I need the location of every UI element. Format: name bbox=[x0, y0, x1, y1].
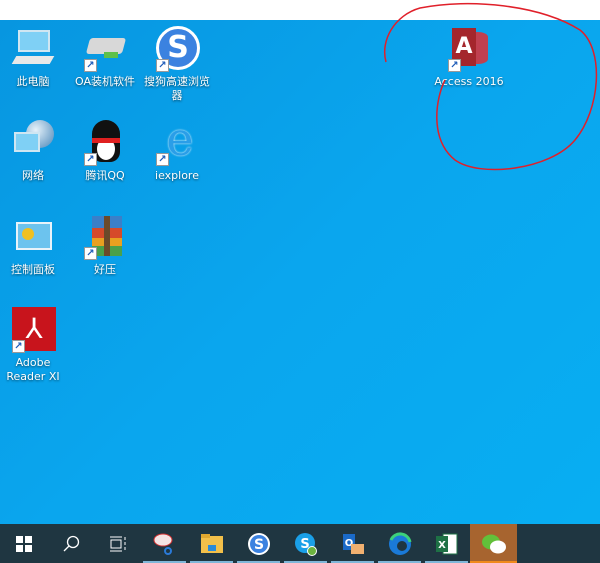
skype-icon: S bbox=[294, 532, 317, 556]
qq-icon: ↗ bbox=[82, 120, 128, 166]
shortcut-arrow-icon: ↗ bbox=[156, 59, 169, 72]
taskbar: S S O X bbox=[0, 524, 600, 563]
edge-icon bbox=[388, 531, 411, 555]
control-panel-icon bbox=[10, 214, 56, 260]
shortcut-arrow-icon: ↗ bbox=[84, 247, 97, 260]
start-button[interactable] bbox=[0, 524, 47, 563]
haozip-icon: ↗ bbox=[82, 214, 128, 260]
taskbar-file-explorer[interactable] bbox=[188, 524, 235, 563]
icon-label: 搜狗高速浏览器 bbox=[144, 75, 210, 102]
shortcut-arrow-icon: ↗ bbox=[84, 59, 97, 72]
excel-icon: X bbox=[435, 533, 457, 554]
sogou-browser-icon: S ↗ bbox=[154, 26, 200, 72]
windows-icon bbox=[15, 535, 32, 552]
search-icon bbox=[63, 535, 79, 551]
desktop-icon-iexplore[interactable]: e ↗ iexplore bbox=[141, 116, 213, 183]
desktop-icon-sogou-browser[interactable]: S ↗ 搜狗高速浏览器 bbox=[141, 26, 213, 103]
desktop-icon-haozip[interactable]: ↗ 好压 bbox=[69, 214, 141, 277]
computer-icon bbox=[10, 26, 56, 72]
icon-label: 腾讯QQ bbox=[85, 169, 125, 182]
outlook-icon: O bbox=[342, 533, 364, 554]
taskbar-snipping-tool[interactable] bbox=[141, 524, 188, 563]
shortcut-arrow-icon: ↗ bbox=[84, 153, 97, 166]
taskbar-outlook[interactable]: O bbox=[329, 524, 376, 563]
svg-text:S: S bbox=[253, 537, 263, 553]
icon-label: 控制面板 bbox=[11, 263, 55, 276]
icon-label: iexplore bbox=[155, 169, 199, 182]
shortcut-arrow-icon: ↗ bbox=[12, 340, 25, 353]
icon-label: 好压 bbox=[94, 263, 116, 276]
adobe-reader-icon: ⅄ ↗ bbox=[10, 307, 56, 353]
desktop-icon-access-2016[interactable]: A ↗ Access 2016 bbox=[433, 26, 505, 89]
taskbar-skype[interactable]: S bbox=[282, 524, 329, 563]
svg-text:X: X bbox=[438, 540, 446, 551]
icon-label: Adobe Reader XI bbox=[6, 356, 60, 383]
icon-label: Access 2016 bbox=[434, 75, 504, 88]
access-icon: A ↗ bbox=[446, 26, 492, 72]
desktop-icon-oa-software[interactable]: ↗ OA装机软件 bbox=[69, 26, 141, 89]
sogou-browser-icon: S bbox=[247, 532, 270, 555]
desktop-icon-adobe-reader[interactable]: ⅄ ↗ Adobe Reader XI bbox=[0, 307, 69, 384]
taskbar-sogou-browser[interactable]: S bbox=[235, 524, 282, 563]
wechat-icon bbox=[481, 534, 506, 553]
taskbar-edge[interactable] bbox=[376, 524, 423, 563]
search-button[interactable] bbox=[47, 524, 94, 563]
shortcut-arrow-icon: ↗ bbox=[448, 59, 461, 72]
snipping-tool-icon bbox=[153, 533, 172, 555]
task-view-icon bbox=[109, 536, 125, 551]
network-icon bbox=[10, 120, 56, 166]
desktop-icon-this-pc[interactable]: 此电脑 bbox=[0, 26, 69, 89]
taskbar-excel[interactable]: X bbox=[423, 524, 470, 563]
shortcut-arrow-icon: ↗ bbox=[156, 153, 169, 166]
task-view-button[interactable] bbox=[94, 524, 141, 563]
desktop[interactable]: 此电脑 ↗ OA装机软件 S ↗ 搜狗高速浏览器 网络 ↗ 腾讯QQ e ↗ i… bbox=[0, 20, 600, 524]
icon-label: 网络 bbox=[22, 169, 44, 182]
desktop-icon-control-panel[interactable]: 控制面板 bbox=[0, 214, 69, 277]
icon-label: 此电脑 bbox=[16, 75, 50, 88]
taskbar-wechat[interactable] bbox=[470, 524, 517, 563]
drive-icon: ↗ bbox=[82, 26, 128, 72]
desktop-icon-qq[interactable]: ↗ 腾讯QQ bbox=[69, 120, 141, 183]
icon-label: OA装机软件 bbox=[75, 75, 135, 88]
ie-icon: e ↗ bbox=[154, 116, 200, 166]
top-strip bbox=[0, 0, 600, 20]
folder-icon bbox=[200, 533, 223, 553]
desktop-icon-network[interactable]: 网络 bbox=[0, 120, 69, 183]
